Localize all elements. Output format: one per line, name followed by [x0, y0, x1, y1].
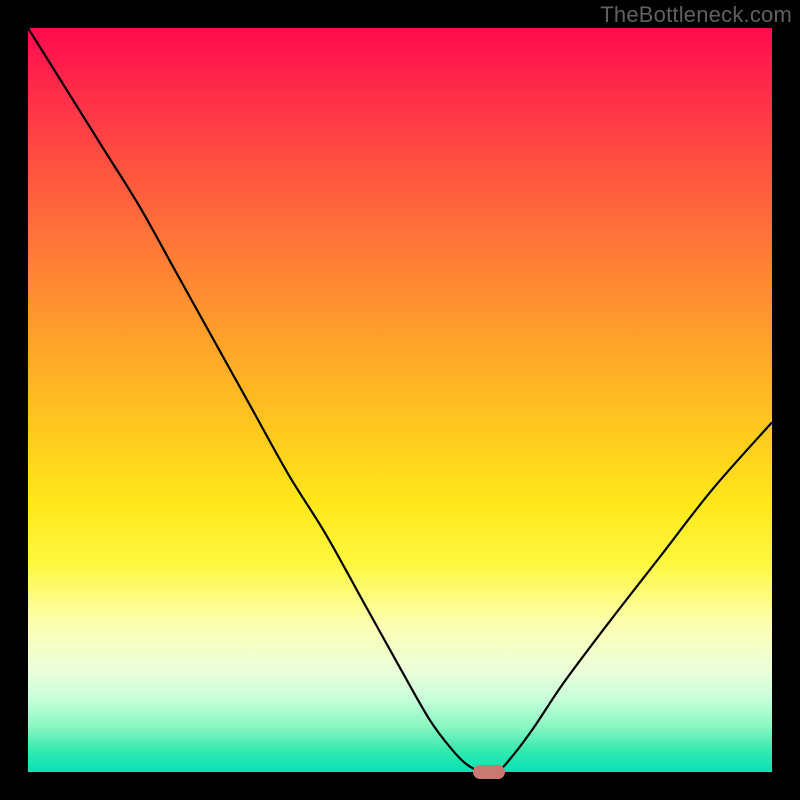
watermark-text: TheBottleneck.com: [600, 2, 792, 28]
bottleneck-curve: [28, 28, 772, 772]
curve-path: [28, 28, 772, 772]
chart-container: TheBottleneck.com: [0, 0, 800, 800]
plot-area: [28, 28, 772, 772]
min-marker: [473, 765, 505, 779]
